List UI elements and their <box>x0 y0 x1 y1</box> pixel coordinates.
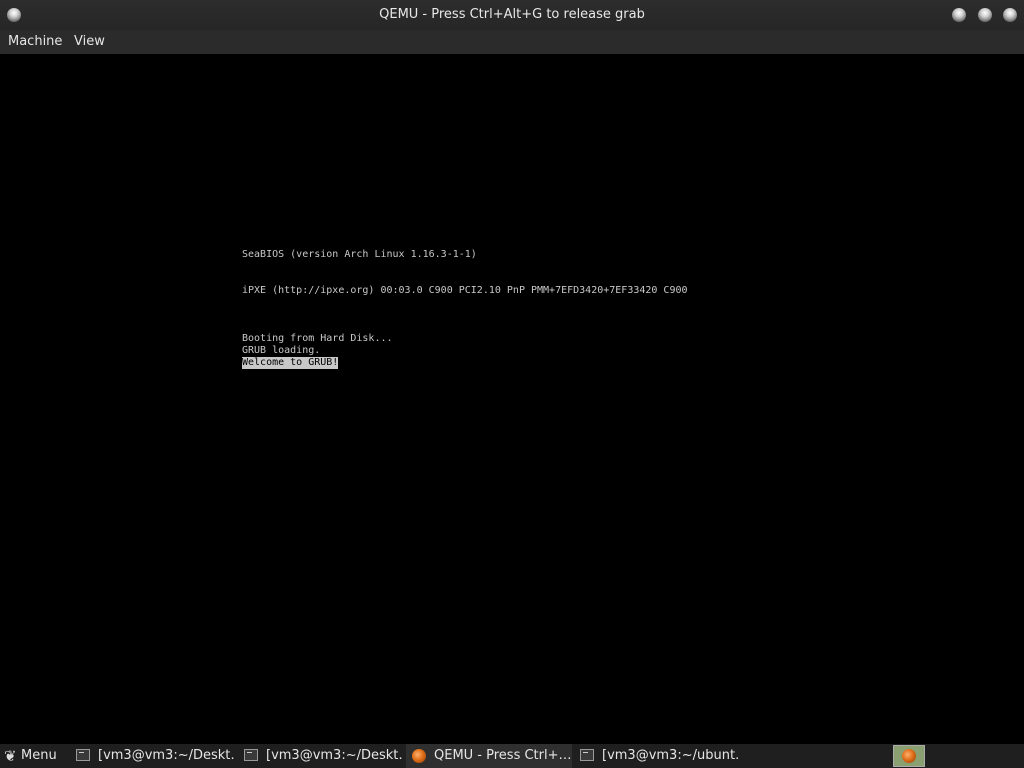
taskbar-item-terminal-2[interactable]: [vm3@vm3:~/Deskt… <box>238 744 404 768</box>
minimize-icon[interactable] <box>952 8 966 22</box>
menu-machine[interactable]: Machine <box>8 30 62 54</box>
qemu-icon <box>902 749 916 763</box>
close-icon[interactable] <box>1003 8 1017 22</box>
maximize-icon[interactable] <box>978 8 992 22</box>
console-line-grub-loading: GRUB loading. <box>242 345 321 356</box>
console-line-booting: Booting from Hard Disk... <box>242 333 393 344</box>
taskbar-item-label: [vm3@vm3:~/Deskt… <box>266 748 404 763</box>
tray-qemu[interactable] <box>893 745 925 767</box>
window-title: QEMU - Press Ctrl+Alt+G to release grab <box>379 7 645 22</box>
taskbar: ❦ Menu [vm3@vm3:~/Deskt… [vm3@vm3:~/Desk… <box>0 744 1024 768</box>
menubar: Machine View <box>0 30 1024 54</box>
taskbar-item-qemu[interactable]: QEMU - Press Ctrl+… <box>406 744 572 768</box>
console-line-ipxe: iPXE (http://ipxe.org) 00:03.0 C900 PCI2… <box>242 285 688 296</box>
window-titlebar[interactable]: QEMU - Press Ctrl+Alt+G to release grab <box>0 0 1024 30</box>
taskbar-item-terminal-1[interactable]: [vm3@vm3:~/Deskt… <box>70 744 236 768</box>
terminal-icon <box>76 749 90 761</box>
console-line-welcome: Welcome to GRUB! <box>242 357 339 369</box>
menu-view[interactable]: View <box>74 30 105 54</box>
taskbar-item-label: QEMU - Press Ctrl+… <box>434 748 572 763</box>
menu-button[interactable]: ❦ Menu <box>0 744 64 768</box>
gnome-foot-icon: ❦ <box>4 747 17 765</box>
taskbar-item-label: [vm3@vm3:~/Deskt… <box>98 748 236 763</box>
taskbar-item-label: [vm3@vm3:~/ubunt… <box>602 748 740 763</box>
terminal-icon <box>244 749 258 761</box>
qemu-icon <box>412 749 426 763</box>
taskbar-item-terminal-3[interactable]: [vm3@vm3:~/ubunt… <box>574 744 740 768</box>
terminal-icon <box>580 749 594 761</box>
menu-button-label: Menu <box>21 748 57 763</box>
vm-display[interactable]: SeaBIOS (version Arch Linux 1.16.3-1-1) … <box>0 54 1024 744</box>
console-line-seabios: SeaBIOS (version Arch Linux 1.16.3-1-1) <box>242 249 477 260</box>
